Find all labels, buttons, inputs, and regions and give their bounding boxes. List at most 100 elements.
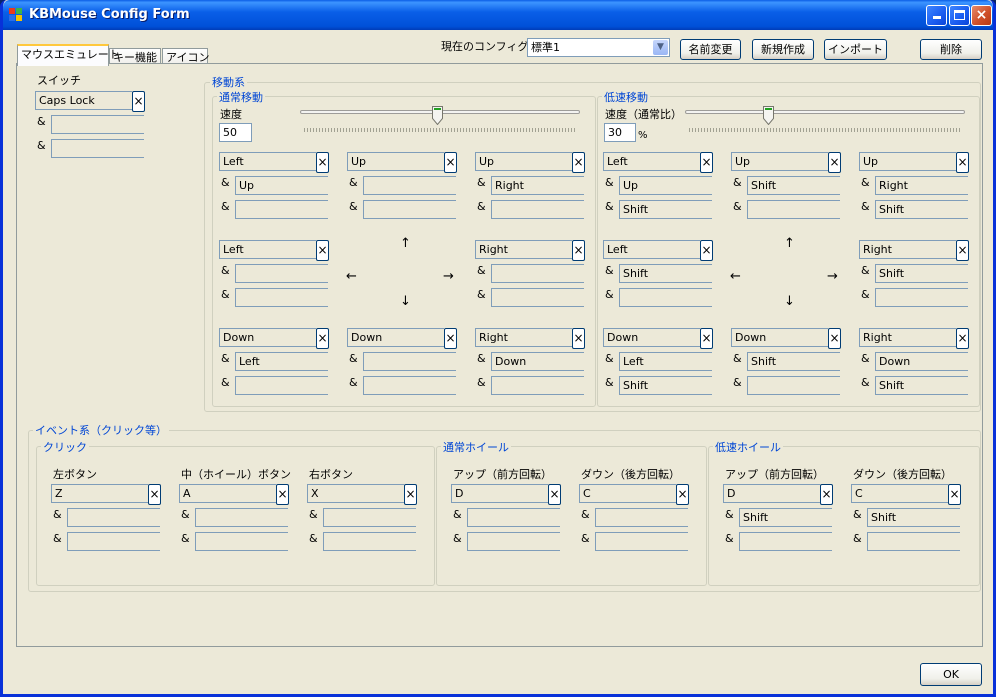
slow-right-key[interactable]: Right [859, 240, 956, 259]
slow-up-left-clear-button[interactable]: × [700, 152, 713, 173]
config-select[interactable]: 標準1 ▼ [527, 38, 670, 57]
normal-left-clear-button[interactable]: × [316, 240, 329, 261]
normal-up-left-mod-1[interactable]: Up [235, 176, 328, 195]
slow_wheel-col-1-key[interactable]: C [851, 484, 948, 503]
click-col-2-mod-1[interactable] [323, 508, 416, 527]
normal-up-left-key[interactable]: Left [219, 152, 316, 171]
normal-down-mod-2[interactable] [363, 376, 456, 395]
title-bar[interactable]: KBMouse Config Form × [3, 0, 993, 30]
slow-up-key[interactable]: Up [731, 152, 828, 171]
click-col-0-clear-button[interactable]: × [148, 484, 161, 505]
normal-speed-slider[interactable] [300, 106, 580, 136]
slow-left-mod-1[interactable]: Shift [619, 264, 712, 283]
ok-button[interactable]: OK [920, 663, 982, 686]
normal-up-right-mod-1[interactable]: Right [491, 176, 584, 195]
normal-down-right-mod-1[interactable]: Down [491, 352, 584, 371]
normal-down-right-key[interactable]: Right [475, 328, 572, 347]
tab-mouse-emulate[interactable]: マウスエミュレート [17, 44, 120, 66]
import-button[interactable]: インポート [824, 39, 887, 60]
slow-left-key[interactable]: Left [603, 240, 700, 259]
normal-up-mod-2[interactable] [363, 200, 456, 219]
slow-right-mod-2[interactable] [875, 288, 968, 307]
maximize-button[interactable] [949, 5, 970, 26]
slow-left-mod-2[interactable] [619, 288, 712, 307]
normal-up-right-clear-button[interactable]: × [572, 152, 585, 173]
slow_wheel-col-1-mod-1[interactable]: Shift [867, 508, 960, 527]
normal-up-right-mod-2[interactable] [491, 200, 584, 219]
slow-down-left-mod-1[interactable]: Left [619, 352, 712, 371]
normal-up-key[interactable]: Up [347, 152, 444, 171]
slow_wheel-col-0-mod-2[interactable] [739, 532, 832, 551]
slow-up-left-key[interactable]: Left [603, 152, 700, 171]
normal-speed-input[interactable]: 50 [219, 123, 252, 142]
normal-down-key[interactable]: Down [347, 328, 444, 347]
normal-down-mod-1[interactable] [363, 352, 456, 371]
wheel-col-1-mod-1[interactable] [595, 508, 688, 527]
slow-down-right-mod-2[interactable]: Shift [875, 376, 968, 395]
slow-down-right-mod-1[interactable]: Down [875, 352, 968, 371]
switch-key-1-clear-button[interactable]: × [132, 91, 145, 112]
wheel-col-0-clear-button[interactable]: × [548, 484, 561, 505]
slow-down-right-clear-button[interactable]: × [956, 328, 969, 349]
slow-down-mod-1[interactable]: Shift [747, 352, 840, 371]
click-col-2-clear-button[interactable]: × [404, 484, 417, 505]
slow-down-mod-2[interactable] [747, 376, 840, 395]
normal-down-left-mod-1[interactable]: Left [235, 352, 328, 371]
click-col-1-mod-1[interactable] [195, 508, 288, 527]
click-col-2-mod-2[interactable] [323, 532, 416, 551]
normal-left-mod-1[interactable] [235, 264, 328, 283]
normal-right-mod-2[interactable] [491, 288, 584, 307]
slow-down-key[interactable]: Down [731, 328, 828, 347]
new-config-button[interactable]: 新規作成 [752, 39, 814, 60]
normal-down-right-mod-2[interactable] [491, 376, 584, 395]
normal-up-mod-1[interactable] [363, 176, 456, 195]
switch-key-2[interactable] [51, 115, 144, 134]
rename-button[interactable]: 名前変更 [680, 39, 741, 60]
normal-right-mod-1[interactable] [491, 264, 584, 283]
slow_wheel-col-1-mod-2[interactable] [867, 532, 960, 551]
slow-up-right-key[interactable]: Up [859, 152, 956, 171]
click-col-1-clear-button[interactable]: × [276, 484, 289, 505]
normal-down-left-key[interactable]: Down [219, 328, 316, 347]
click-col-0-mod-2[interactable] [67, 532, 160, 551]
normal-down-right-clear-button[interactable]: × [572, 328, 585, 349]
slow-up-right-mod-1[interactable]: Right [875, 176, 968, 195]
slow-down-right-key[interactable]: Right [859, 328, 956, 347]
wheel-col-0-key[interactable]: D [451, 484, 548, 503]
slow-up-clear-button[interactable]: × [828, 152, 841, 173]
chevron-down-icon[interactable]: ▼ [653, 40, 668, 55]
normal-down-clear-button[interactable]: × [444, 328, 457, 349]
slow_wheel-col-1-clear-button[interactable]: × [948, 484, 961, 505]
switch-key-1[interactable]: Caps Lock [35, 91, 132, 110]
click-col-2-key[interactable]: X [307, 484, 404, 503]
normal-right-key[interactable]: Right [475, 240, 572, 259]
slow-down-left-clear-button[interactable]: × [700, 328, 713, 349]
slow-right-clear-button[interactable]: × [956, 240, 969, 261]
click-col-0-mod-1[interactable] [67, 508, 160, 527]
slow-speed-input[interactable]: 30 [604, 123, 636, 142]
normal-right-clear-button[interactable]: × [572, 240, 585, 261]
slow-up-left-mod-1[interactable]: Up [619, 176, 712, 195]
normal-down-left-mod-2[interactable] [235, 376, 328, 395]
slider-thumb[interactable] [763, 106, 774, 126]
normal-down-left-clear-button[interactable]: × [316, 328, 329, 349]
close-button[interactable]: × [971, 5, 992, 26]
switch-key-3[interactable] [51, 139, 144, 158]
wheel-col-1-mod-2[interactable] [595, 532, 688, 551]
slow-left-clear-button[interactable]: × [700, 240, 713, 261]
slow-down-clear-button[interactable]: × [828, 328, 841, 349]
wheel-col-0-mod-1[interactable] [467, 508, 560, 527]
slow-up-mod-1[interactable]: Shift [747, 176, 840, 195]
click-col-0-key[interactable]: Z [51, 484, 148, 503]
normal-left-key[interactable]: Left [219, 240, 316, 259]
slow-up-left-mod-2[interactable]: Shift [619, 200, 712, 219]
minimize-button[interactable] [926, 5, 947, 26]
slow-right-mod-1[interactable]: Shift [875, 264, 968, 283]
wheel-col-0-mod-2[interactable] [467, 532, 560, 551]
normal-up-right-key[interactable]: Up [475, 152, 572, 171]
normal-up-left-mod-2[interactable] [235, 200, 328, 219]
slow-up-right-clear-button[interactable]: × [956, 152, 969, 173]
slow_wheel-col-0-mod-1[interactable]: Shift [739, 508, 832, 527]
wheel-col-1-clear-button[interactable]: × [676, 484, 689, 505]
slider-thumb[interactable] [432, 106, 443, 126]
